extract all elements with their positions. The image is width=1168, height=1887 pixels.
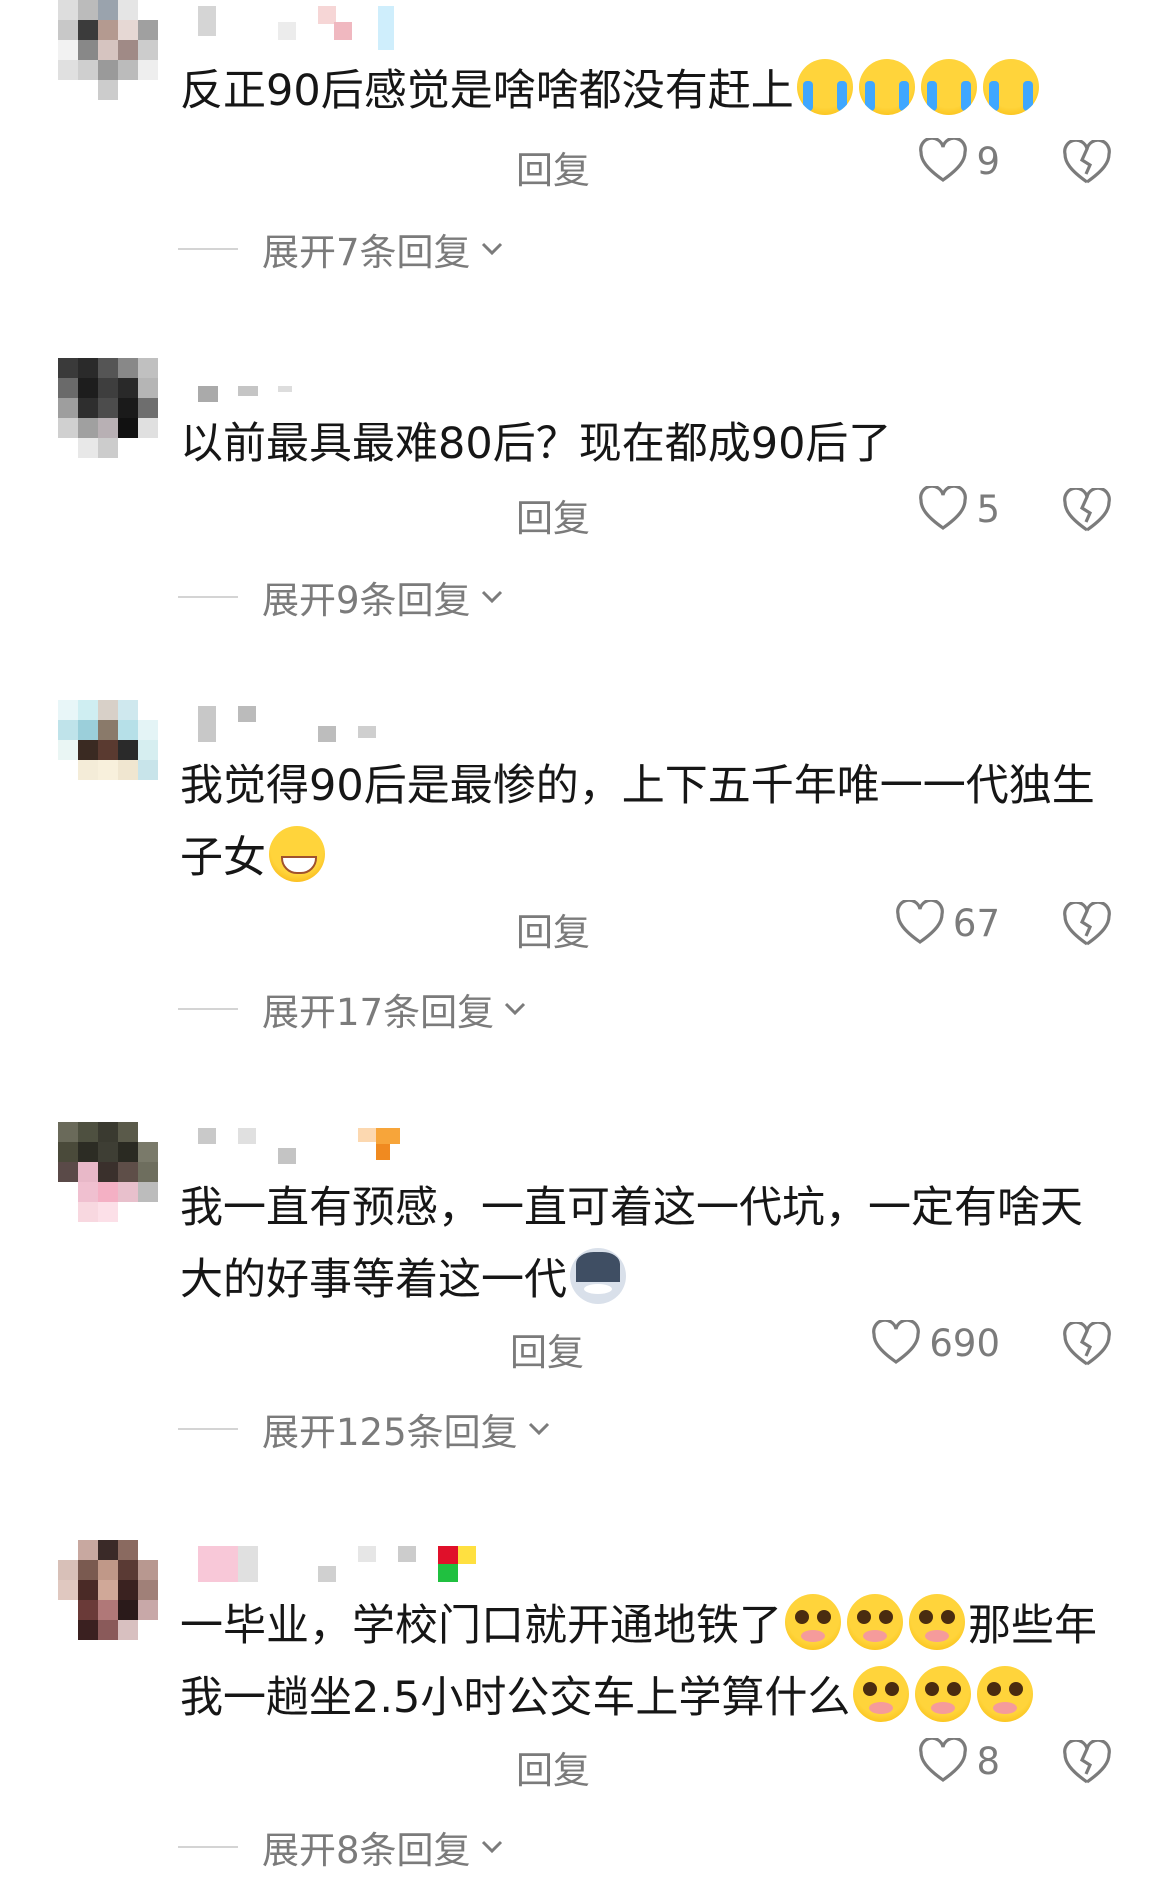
heart-outline-icon (919, 138, 968, 182)
loudly-crying-face-icon (796, 59, 853, 115)
loudly-crying-face-icon (858, 59, 915, 115)
avatar[interactable] (58, 1540, 158, 1640)
reply-button[interactable]: 回复 (502, 1322, 592, 1376)
chevron-down-icon (505, 1002, 526, 1016)
username-blurred[interactable] (198, 1128, 458, 1172)
chevron-down-icon (481, 590, 502, 604)
comment-feed: 反正90后感觉是啥啥都没有赶上 回复 9 展开7条回复 以前最具最难80后？现在… (0, 0, 1168, 1887)
expand-replies-button[interactable]: 展开17条回复 (178, 982, 526, 1036)
broken-heart-icon[interactable] (1062, 1740, 1112, 1786)
broken-heart-icon[interactable] (1062, 1322, 1112, 1368)
comment-text: 以前最具最难80后？现在都成90后了 (180, 419, 892, 469)
like-count: 9 (976, 139, 1000, 183)
avatar[interactable] (58, 358, 158, 458)
broken-heart-icon[interactable] (1062, 140, 1112, 186)
avatar[interactable] (58, 1122, 158, 1222)
expand-replies-button[interactable]: 展开7条回复 (178, 222, 503, 276)
reply-button[interactable]: 回复 (508, 1740, 598, 1794)
expand-replies-button[interactable]: 展开9条回复 (178, 570, 503, 624)
reply-button[interactable]: 回复 (508, 140, 598, 194)
like-count: 5 (976, 487, 1000, 531)
like-button[interactable]: 5 (918, 486, 1000, 532)
like-count: 67 (952, 901, 1000, 945)
expand-replies-button[interactable]: 展开125条回复 (178, 1402, 550, 1456)
chevron-down-icon (481, 242, 502, 256)
like-count: 690 (929, 1321, 1000, 1365)
like-button[interactable]: 8 (918, 1738, 1000, 1784)
pleading-face-icon (977, 1666, 1034, 1722)
pleading-face-icon (853, 1666, 910, 1722)
username-blurred[interactable] (198, 364, 458, 408)
divider-line (178, 248, 238, 250)
avatar[interactable] (58, 700, 158, 800)
like-button[interactable]: 690 (871, 1320, 1000, 1366)
comment-text: 我觉得90后是最惨的，上下五千年唯一一代独生子女 (180, 761, 1095, 883)
comment-text: 我一直有预感，一直可着这一代坑，一定有啥天大的好事等着这一代 (180, 1183, 1083, 1305)
heart-outline-icon (919, 486, 968, 530)
pleading-face-icon (847, 1594, 903, 1650)
reply-button[interactable]: 回复 (508, 902, 598, 956)
heart-outline-icon (872, 1320, 921, 1364)
grinning-face-icon (269, 826, 325, 882)
comment-text: 一毕业，学校门口就开通地铁了 那些年我一趟坐2.5小时公交车上学算什么 (180, 1590, 1120, 1734)
pleading-face-icon (909, 1594, 965, 1650)
pleading-face-icon (785, 1594, 841, 1650)
username-blurred[interactable] (198, 6, 458, 50)
chevron-down-icon (528, 1422, 549, 1436)
divider-line (178, 1428, 238, 1430)
broken-heart-icon[interactable] (1062, 902, 1112, 948)
husky-dog-face-icon (570, 1248, 626, 1304)
divider-line (178, 596, 238, 598)
loudly-crying-face-icon (920, 59, 977, 115)
heart-outline-icon (896, 900, 944, 944)
pleading-face-icon (915, 1666, 972, 1722)
heart-outline-icon (919, 1738, 968, 1782)
like-button[interactable]: 67 (895, 900, 1000, 946)
comment-text: 反正90后感觉是啥啥都没有赶上 (180, 55, 1120, 127)
like-button[interactable]: 9 (918, 138, 1000, 184)
divider-line (178, 1846, 238, 1848)
username-blurred[interactable] (198, 706, 458, 750)
like-count: 8 (976, 1739, 1000, 1783)
avatar[interactable] (58, 0, 158, 100)
divider-line (178, 1008, 238, 1010)
loudly-crying-face-icon (982, 59, 1039, 115)
reply-button[interactable]: 回复 (508, 488, 598, 542)
expand-replies-button[interactable]: 展开8条回复 (178, 1820, 503, 1874)
broken-heart-icon[interactable] (1062, 488, 1112, 534)
username-blurred[interactable] (198, 1546, 476, 1590)
chevron-down-icon (481, 1840, 502, 1854)
